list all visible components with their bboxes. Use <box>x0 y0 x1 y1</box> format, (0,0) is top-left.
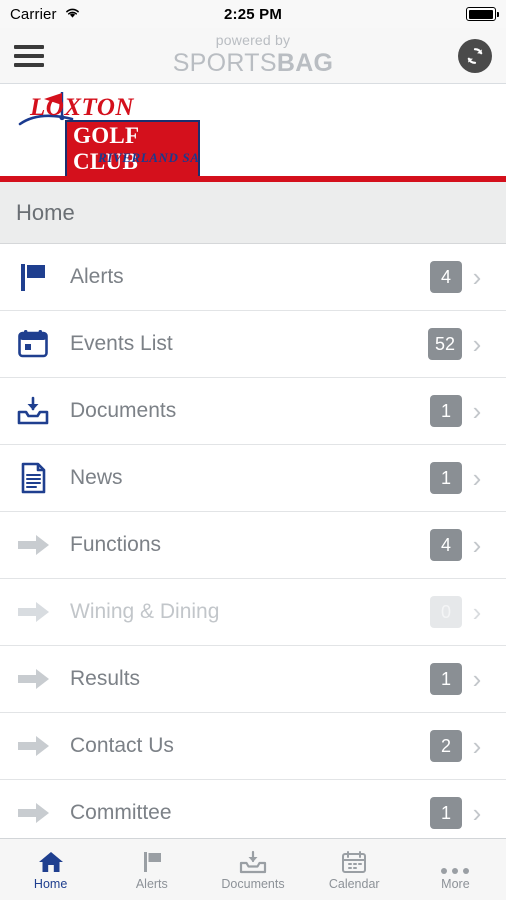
brand-block: powered by SPORTSBAG <box>0 32 506 77</box>
chevron-right-icon: › <box>472 262 482 292</box>
chevron-right-icon: › <box>472 396 482 426</box>
tab-label: Calendar <box>328 877 380 891</box>
status-badge: 1 <box>430 462 462 494</box>
status-badge: 2 <box>430 730 462 762</box>
tab-more[interactable]: More <box>405 839 506 900</box>
news-icon <box>16 461 64 495</box>
tab-label: Alerts <box>135 877 168 891</box>
list-item-label: Results <box>70 667 141 690</box>
club-logo: LOXTON GOLF CLUB RIVERLAND SA <box>10 88 200 176</box>
list-item-wining-and-dining[interactable]: Wining & Dining 0 › <box>0 579 506 646</box>
nav-bar: powered by SPORTSBAG <box>0 28 506 84</box>
list-item-label: Committee <box>70 801 172 824</box>
page-header: Home <box>0 182 506 244</box>
calendar-icon <box>16 327 64 361</box>
list-item-events-list[interactable]: Events List 52 › <box>0 311 506 378</box>
status-badge: 1 <box>430 395 462 427</box>
battery-full-icon <box>466 7 499 21</box>
list-item-news[interactable]: News 1 › <box>0 445 506 512</box>
list-item-label: News <box>70 466 123 489</box>
clock-label: 2:25 PM <box>223 5 283 23</box>
hamburger-menu-icon[interactable] <box>14 44 44 67</box>
app-screen: Carrier 2:25 PM powered by SPORTSBAG LOX… <box>0 0 506 900</box>
logo-line-loxton: LOXTON <box>30 94 134 121</box>
chevron-right-icon: › <box>472 664 482 694</box>
documents-icon <box>16 394 64 428</box>
list-item-label: Alerts <box>70 265 124 288</box>
menu-list: Alerts 4 › Events List 52 › Documents 1 … <box>0 244 506 838</box>
list-item-documents[interactable]: Documents 1 › <box>0 378 506 445</box>
status-badge: 4 <box>430 529 462 561</box>
list-item-committee[interactable]: Committee 1 › <box>0 780 506 838</box>
tab-bar: Home Alerts Documents Calendar More <box>0 838 506 900</box>
chevron-right-icon: › <box>472 463 482 493</box>
tab-label: Home <box>33 877 68 891</box>
status-badge: 52 <box>427 328 462 360</box>
arrow-icon <box>16 733 64 759</box>
list-item-label: Documents <box>70 399 177 422</box>
chevron-right-icon: › <box>472 530 482 560</box>
tab-label: More <box>441 877 470 891</box>
documents-icon <box>239 848 267 874</box>
status-bar: Carrier 2:25 PM <box>0 0 506 28</box>
list-item-functions[interactable]: Functions 4 › <box>0 512 506 579</box>
list-item-label: Wining & Dining <box>70 600 220 623</box>
page-title: Home <box>16 199 75 225</box>
list-item-label: Events List <box>70 332 173 355</box>
more-dots-icon <box>441 848 470 874</box>
list-item-label: Functions <box>70 533 162 556</box>
tab-calendar[interactable]: Calendar <box>304 839 405 900</box>
tab-documents[interactable]: Documents <box>202 839 303 900</box>
flag-icon <box>16 260 64 294</box>
list-item-label: Contact Us <box>70 734 174 757</box>
flag-icon <box>139 848 165 874</box>
status-bar-right <box>466 7 499 21</box>
status-badge: 0 <box>430 596 462 628</box>
list-item-contact-us[interactable]: Contact Us 2 › <box>0 713 506 780</box>
chevron-right-icon: › <box>472 597 482 627</box>
arrow-icon <box>16 666 64 692</box>
club-logo-banner: LOXTON GOLF CLUB RIVERLAND SA <box>0 84 506 182</box>
tab-label: Documents <box>221 877 285 891</box>
status-badge: 1 <box>430 663 462 695</box>
logo-line-riverland: RIVERLAND SA <box>98 150 200 165</box>
status-badge: 1 <box>430 797 462 829</box>
brand-name-part2: BAG <box>276 49 334 77</box>
arrow-icon <box>16 800 64 826</box>
refresh-icon[interactable] <box>458 38 492 73</box>
status-badge: 4 <box>430 261 462 293</box>
arrow-icon <box>16 532 64 558</box>
list-item-alerts[interactable]: Alerts 4 › <box>0 244 506 311</box>
tab-alerts[interactable]: Alerts <box>101 839 202 900</box>
chevron-right-icon: › <box>472 798 482 828</box>
brand-powered-by-label: powered by <box>215 32 291 48</box>
list-item-results[interactable]: Results 1 › <box>0 646 506 713</box>
brand-name-part1: SPORTS <box>172 49 277 77</box>
chevron-right-icon: › <box>472 731 482 761</box>
brand-name: SPORTSBAG <box>0 49 506 77</box>
tab-home[interactable]: Home <box>0 839 101 900</box>
calendar-icon <box>341 848 367 874</box>
chevron-right-icon: › <box>472 329 482 359</box>
home-icon <box>38 848 64 874</box>
arrow-icon <box>16 599 64 625</box>
